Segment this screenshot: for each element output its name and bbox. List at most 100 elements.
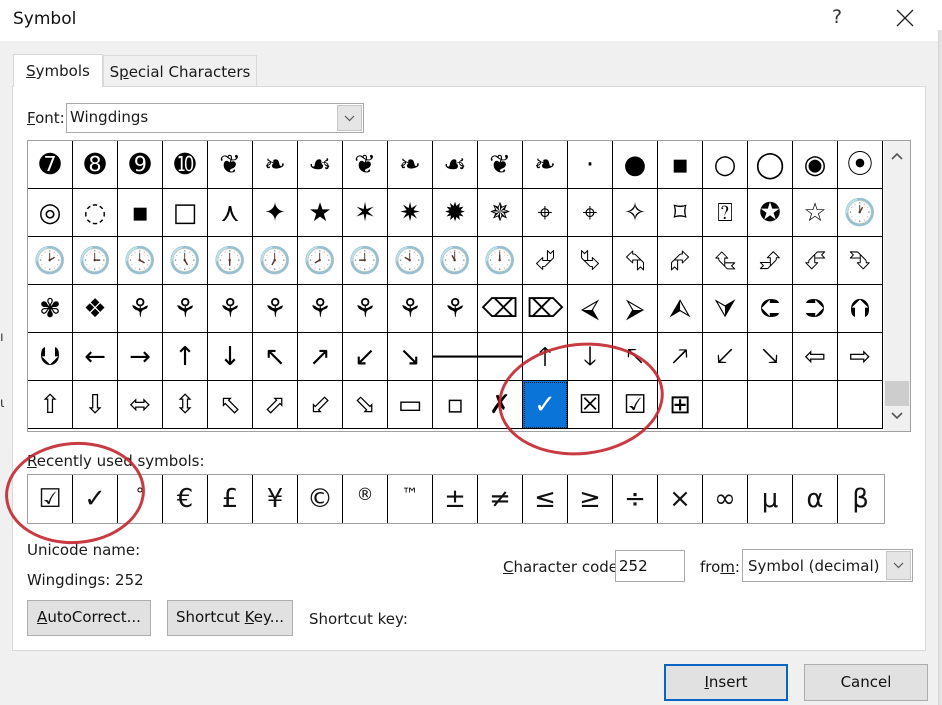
symbol-cell[interactable]: ⮰ — [523, 237, 568, 285]
symbol-cell[interactable]: ⍰ — [703, 189, 748, 237]
symbol-cell[interactable]: ⚘ — [388, 285, 433, 333]
symbol-cell[interactable]: ⊞ — [658, 381, 703, 429]
symbol-cell[interactable]: ☆ — [793, 189, 838, 237]
symbol-cell[interactable]: ❧ — [523, 141, 568, 189]
symbol-cell[interactable]: ➑ — [73, 141, 118, 189]
symbol-cell[interactable]: 🕚 — [433, 237, 478, 285]
tab-special-characters[interactable]: Special Characters — [103, 55, 257, 87]
symbol-cell[interactable]: 🕕 — [208, 237, 253, 285]
recent-symbol-cell[interactable]: β — [838, 475, 883, 523]
symbol-cell[interactable]: ⮵ — [748, 237, 793, 285]
symbol-cell[interactable]: ★ — [298, 189, 343, 237]
recent-symbol-cell[interactable]: ≠ — [478, 475, 523, 523]
symbol-cell[interactable]: ⌖ — [523, 189, 568, 237]
symbol-cell[interactable]: ⮈ — [748, 285, 793, 333]
close-button[interactable] — [888, 4, 922, 34]
symbol-cell[interactable]: ⇦ — [793, 333, 838, 381]
recent-symbol-cell[interactable]: ✓ — [73, 475, 118, 523]
symbol-cell[interactable]: ⮱ — [568, 237, 613, 285]
symbol-cell[interactable]: 🡖 — [748, 333, 793, 381]
symbol-cell[interactable]: ➓ — [163, 141, 208, 189]
autocorrect-button[interactable]: AutoCorrect... — [27, 600, 151, 636]
symbol-cell[interactable]: ↗ — [298, 333, 343, 381]
scroll-down-button[interactable] — [884, 405, 910, 429]
symbol-cell[interactable]: 🕙 — [388, 237, 433, 285]
symbol-cell[interactable]: ➐ — [28, 141, 73, 189]
symbol-cell[interactable]: ⮶ — [793, 237, 838, 285]
symbol-cell[interactable]: ❦ — [343, 141, 388, 189]
symbol-cell[interactable]: ⮛ — [703, 285, 748, 333]
symbol-cell[interactable]: 🕒 — [73, 237, 118, 285]
symbol-cell[interactable]: ⚘ — [343, 285, 388, 333]
symbol-cell[interactable]: ⬃ — [298, 381, 343, 429]
symbol-cell[interactable]: ☒ — [568, 381, 613, 429]
symbol-cell[interactable]: ⇩ — [73, 381, 118, 429]
symbol-cell[interactable]: 🕘 — [343, 237, 388, 285]
symbol-cell[interactable]: ⮷ — [838, 237, 883, 285]
symbol-cell[interactable]: ☙ — [433, 141, 478, 189]
symbol-cell[interactable]: 🕓 — [118, 237, 163, 285]
insert-button[interactable]: Insert — [664, 664, 788, 701]
symbol-cell[interactable]: ⬂ — [343, 381, 388, 429]
symbol-cell[interactable]: ⦿ — [838, 141, 883, 189]
symbol-cell[interactable]: ▪ — [658, 141, 703, 189]
symbol-cell[interactable]: ⚘ — [118, 285, 163, 333]
tab-symbols[interactable]: Symbols — [13, 54, 103, 87]
symbol-cell[interactable]: ⌑ — [658, 189, 703, 237]
symbol-cell[interactable]: ▫ — [433, 381, 478, 429]
symbol-cell[interactable]: 🡐 — [433, 333, 478, 381]
character-code-input[interactable] — [615, 550, 685, 582]
symbol-cell[interactable]: ☙ — [298, 141, 343, 189]
symbol-cell[interactable]: ✵ — [478, 189, 523, 237]
symbol-cell[interactable]: ⬁ — [208, 381, 253, 429]
symbol-cell[interactable]: ✪ — [748, 189, 793, 237]
symbol-cell[interactable]: ⌦ — [523, 285, 568, 333]
symbol-cell[interactable]: ⮲ — [613, 237, 658, 285]
symbol-cell[interactable]: 🕑 — [28, 237, 73, 285]
symbol-cell[interactable]: 🡗 — [703, 333, 748, 381]
symbol-cell[interactable]: ⮊ — [793, 285, 838, 333]
recent-symbol-cell[interactable]: ≥ — [568, 475, 613, 523]
symbol-cell[interactable]: ➒ — [118, 141, 163, 189]
symbol-cell[interactable]: 🕐 — [838, 189, 883, 237]
recent-symbol-cell[interactable]: ± — [433, 475, 478, 523]
symbol-cell[interactable]: 🕖 — [253, 237, 298, 285]
scroll-thumb[interactable] — [885, 381, 909, 406]
recent-symbol-cell[interactable]: α — [793, 475, 838, 523]
symbol-cell[interactable]: ⮴ — [703, 237, 748, 285]
symbol-cell[interactable]: ✶ — [343, 189, 388, 237]
symbol-cell[interactable]: · — [568, 141, 613, 189]
recent-symbol-cell[interactable]: ☑ — [28, 475, 73, 523]
symbol-cell[interactable]: ◉ — [793, 141, 838, 189]
symbol-cell[interactable]: ✾ — [28, 285, 73, 333]
symbol-cell[interactable]: ↑ — [163, 333, 208, 381]
symbol-cell[interactable]: 🡑 — [523, 333, 568, 381]
symbol-cell[interactable]: → — [118, 333, 163, 381]
cancel-button[interactable]: Cancel — [804, 664, 928, 701]
recent-symbol-cell[interactable]: ° — [118, 475, 163, 523]
symbol-cell[interactable]: ❖ — [73, 285, 118, 333]
recent-symbol-cell[interactable]: ≤ — [523, 475, 568, 523]
symbol-cell[interactable] — [703, 381, 748, 429]
symbol-cell[interactable]: ❦ — [478, 141, 523, 189]
symbol-cell[interactable]: ☑ — [613, 381, 658, 429]
grid-scrollbar[interactable] — [884, 141, 910, 431]
symbol-cell[interactable] — [793, 381, 838, 429]
symbol-cell[interactable]: ⚘ — [163, 285, 208, 333]
font-dropdown[interactable]: Wingdings — [66, 103, 364, 133]
symbol-cell[interactable]: 🕔 — [163, 237, 208, 285]
symbol-cell[interactable]: ⚘ — [208, 285, 253, 333]
recent-symbol-cell[interactable]: £ — [208, 475, 253, 523]
symbol-cell[interactable]: ⮉ — [838, 285, 883, 333]
shortcut-key-button[interactable]: Shortcut Key... — [167, 600, 293, 636]
symbol-cell[interactable]: ⌫ — [478, 285, 523, 333]
symbol-cell[interactable]: ❧ — [253, 141, 298, 189]
symbol-cell[interactable]: ▪ — [118, 189, 163, 237]
symbol-cell[interactable]: ✹ — [433, 189, 478, 237]
symbol-cell[interactable]: ✷ — [388, 189, 433, 237]
symbol-cell[interactable]: 🡕 — [658, 333, 703, 381]
symbol-cell[interactable]: ◌ — [73, 189, 118, 237]
symbol-cell[interactable]: ⚘ — [298, 285, 343, 333]
symbol-cell[interactable]: ↘ — [388, 333, 433, 381]
symbol-cell[interactable]: ⚘ — [253, 285, 298, 333]
